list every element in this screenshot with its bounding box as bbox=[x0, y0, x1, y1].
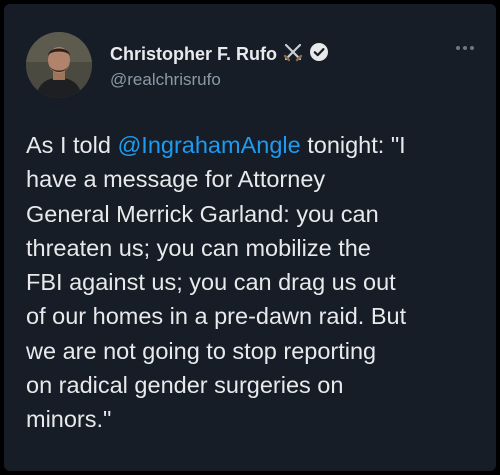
tweet-line: have a message for Attorney bbox=[26, 166, 326, 193]
tweet-line: we are not going to stop reporting bbox=[26, 337, 377, 364]
tweet-card: Christopher F. Rufo @realchrisrufo As I … bbox=[4, 4, 496, 471]
tweet-line: FBI against us; you can drag us out bbox=[26, 269, 396, 296]
tweet-text-segment: tonight: "I bbox=[300, 132, 406, 158]
author-name-row: Christopher F. Rufo bbox=[110, 42, 329, 67]
author-name[interactable]: Christopher F. Rufo bbox=[110, 44, 277, 65]
avatar-image bbox=[26, 32, 92, 98]
verified-badge-icon bbox=[309, 42, 329, 67]
tweet-text: As I told @IngrahamAngle tonight: "I hav… bbox=[26, 128, 486, 437]
tweet-line: of our homes in a pre-dawn raid. But bbox=[26, 303, 407, 330]
tweet-text-segment: As I told bbox=[26, 132, 118, 158]
crossed-swords-icon bbox=[283, 42, 303, 67]
author-handle[interactable]: @realchrisrufo bbox=[110, 70, 221, 90]
tweet-line: minors." bbox=[26, 406, 112, 433]
tweet-line: threaten us; you can mobilize the bbox=[26, 234, 371, 261]
tweet-line: As I told @IngrahamAngle tonight: "I bbox=[26, 128, 486, 162]
screenshot-frame: Christopher F. Rufo @realchrisrufo As I … bbox=[0, 0, 500, 475]
avatar[interactable] bbox=[26, 32, 92, 98]
tweet-line: General Merrick Garland: you can bbox=[26, 200, 379, 227]
mention-link[interactable]: @IngrahamAngle bbox=[117, 132, 300, 158]
more-options-icon[interactable] bbox=[456, 46, 474, 50]
tweet-line: on radical gender surgeries on bbox=[26, 372, 344, 399]
